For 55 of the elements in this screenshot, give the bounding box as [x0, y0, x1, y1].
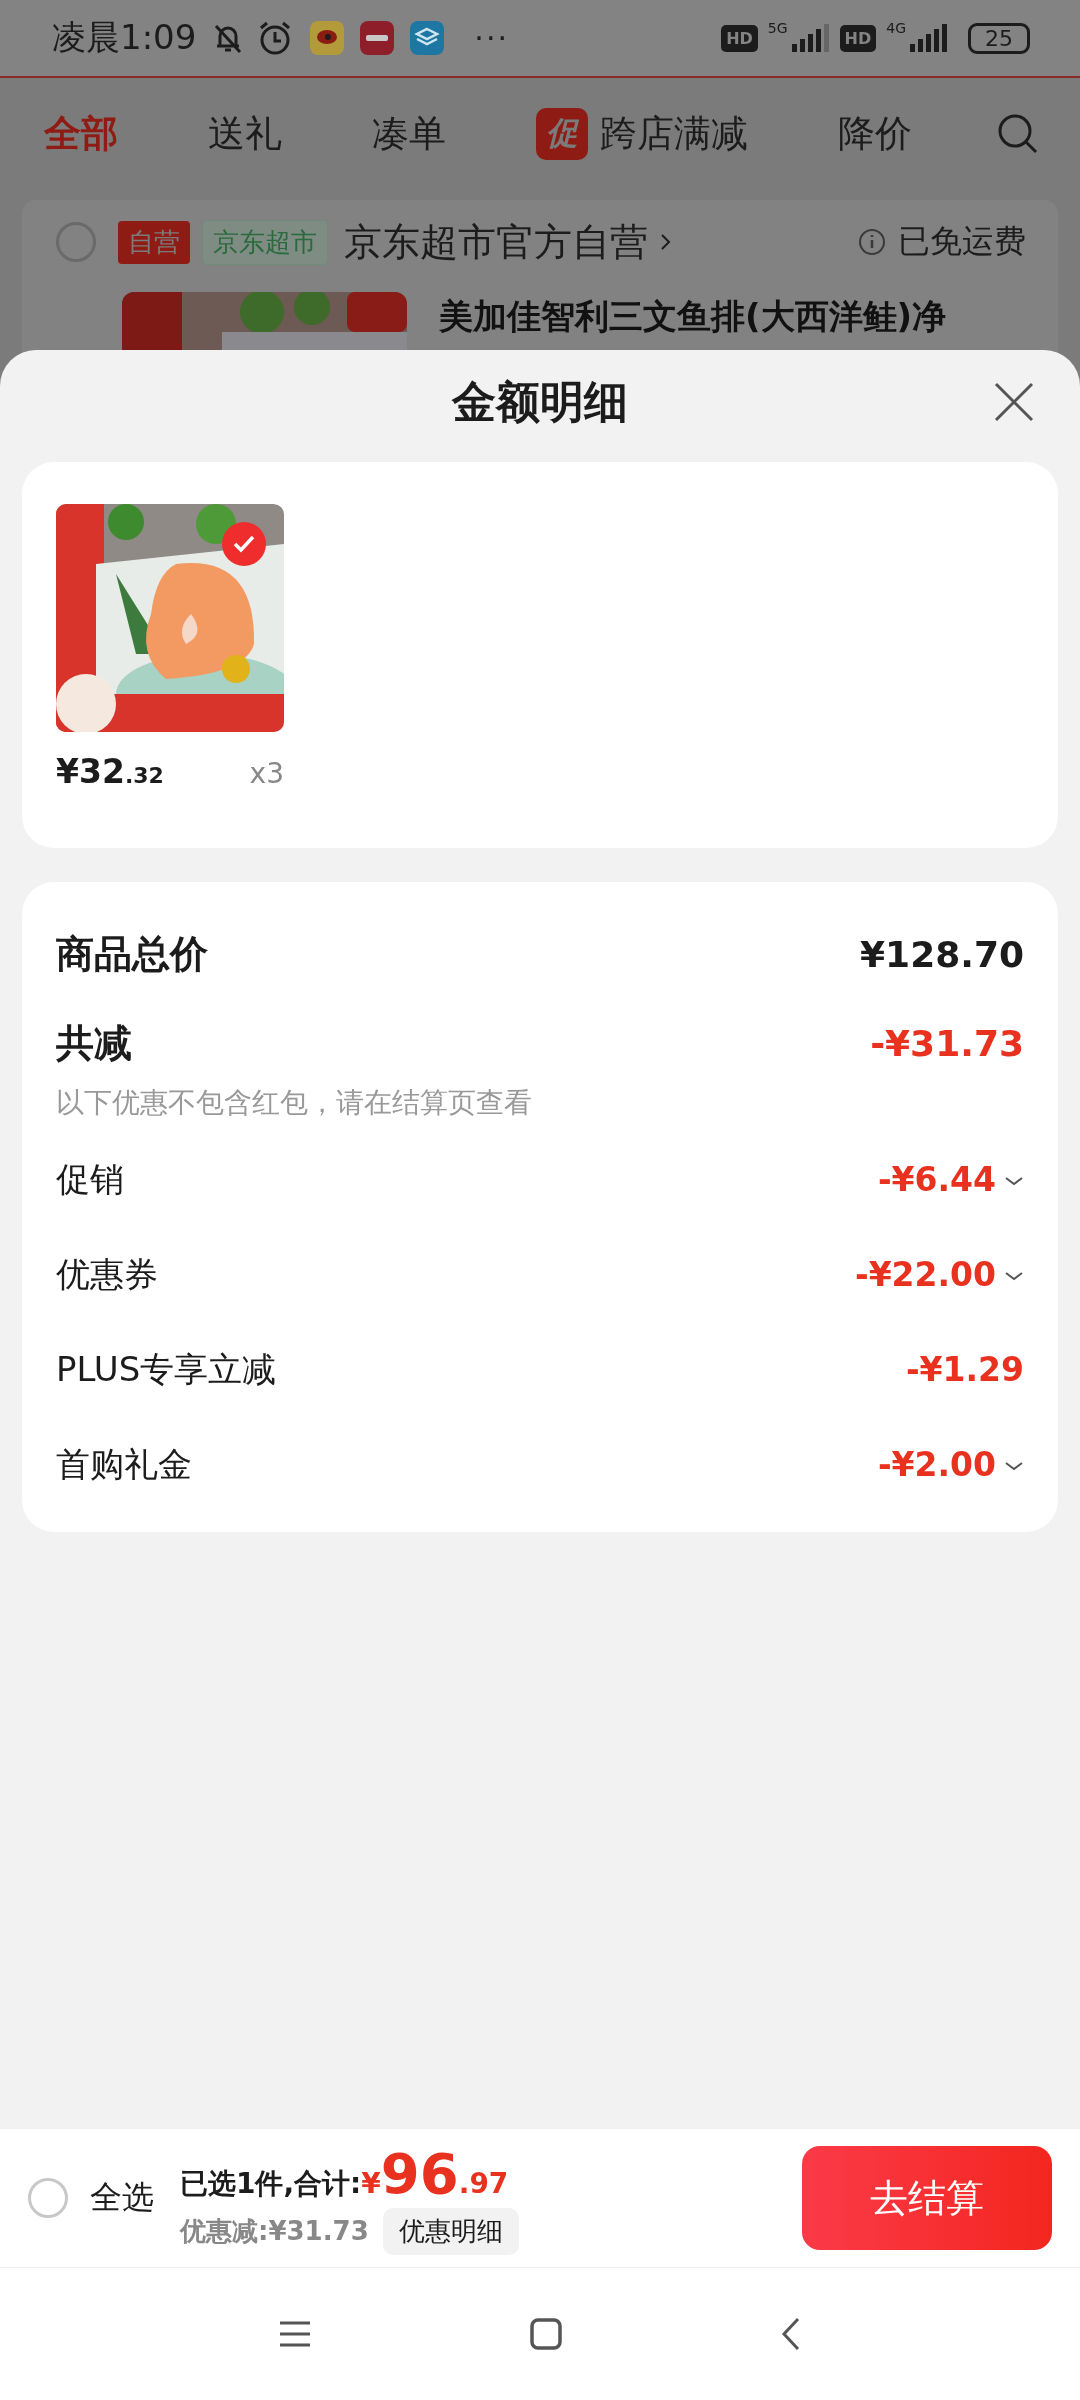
discount-type: 首购礼金 [56, 1442, 192, 1486]
discount-details-button[interactable]: 优惠明细 [382, 2208, 519, 2255]
item-price: ¥32.32 [56, 752, 164, 791]
tab[interactable]: 凑单 [372, 109, 446, 159]
tab[interactable]: 送礼 [208, 109, 282, 159]
discount-value-toggle[interactable]: -¥6.44 [877, 1160, 996, 1199]
discount-summary: 优惠减:¥31.73 [180, 2215, 369, 2248]
total-label: 商品总价 [56, 930, 208, 978]
chevron-down-icon[interactable] [1004, 1269, 1024, 1282]
discount-amount: -¥31.73 [870, 1022, 1024, 1064]
store-name[interactable]: 京东超市官方自营 [344, 216, 648, 268]
info-icon [858, 228, 886, 256]
sheet-title: 金额明细 [452, 374, 628, 429]
discount-label: 共减 [56, 1019, 132, 1067]
product-title: 美加佳智利三文鱼排(大西洋鲑)净 [439, 295, 947, 338]
tab[interactable]: 降价 [838, 109, 912, 159]
chevron-down-icon[interactable] [1004, 1174, 1024, 1187]
network-label: 5G [767, 20, 788, 36]
discount-value: -¥1.29 [905, 1350, 1024, 1389]
chevron-right-icon [660, 232, 672, 252]
discount-note: 以下优惠不包含红包，请在结算页查看 [56, 1085, 533, 1121]
home-icon[interactable] [530, 2318, 562, 2350]
checkout-button[interactable]: 去结算 [802, 2146, 1052, 2250]
grand-total: ¥96.97 [361, 2141, 509, 2206]
hd-badge: HD [721, 24, 758, 52]
tab[interactable]: 促 跨店满减 [536, 108, 748, 160]
selected-summary: 已选1件,合计: [180, 2166, 362, 2202]
discount-type: 优惠券 [56, 1252, 158, 1296]
search-icon[interactable] [996, 112, 1040, 156]
select-all-label[interactable]: 全选 [90, 2176, 154, 2220]
signal-icon [789, 24, 830, 52]
status-time: 凌晨1:09 [52, 16, 197, 59]
discount-value-toggle[interactable]: -¥22.00 [854, 1255, 996, 1294]
back-icon[interactable] [780, 2316, 802, 2352]
store-tag: 京东超市 [202, 219, 328, 265]
more-notifications: ··· [474, 20, 509, 56]
discount-type: 促销 [56, 1157, 124, 1201]
network-label: 4G [886, 20, 906, 36]
menu-icon[interactable] [278, 2320, 312, 2348]
signal-icon [908, 24, 948, 52]
discount-type: PLUS专享立减 [56, 1347, 277, 1391]
item-quantity: x3 [249, 757, 284, 790]
app-icon [360, 21, 395, 55]
total-amount: ¥128.70 [860, 933, 1024, 975]
discount-value-toggle[interactable]: -¥2.00 [877, 1445, 996, 1484]
close-icon[interactable] [992, 380, 1036, 424]
chevron-down-icon[interactable] [1004, 1459, 1024, 1472]
app-icon [310, 21, 345, 55]
select-all-checkbox[interactable] [28, 2178, 68, 2218]
layers-icon [410, 21, 445, 55]
shipping-status: 已免运费 [898, 221, 1026, 262]
store-tag: 自营 [118, 220, 190, 264]
battery-indicator: 25 [968, 22, 1030, 54]
store-checkbox[interactable] [56, 222, 96, 262]
hd-badge: HD [839, 24, 877, 52]
